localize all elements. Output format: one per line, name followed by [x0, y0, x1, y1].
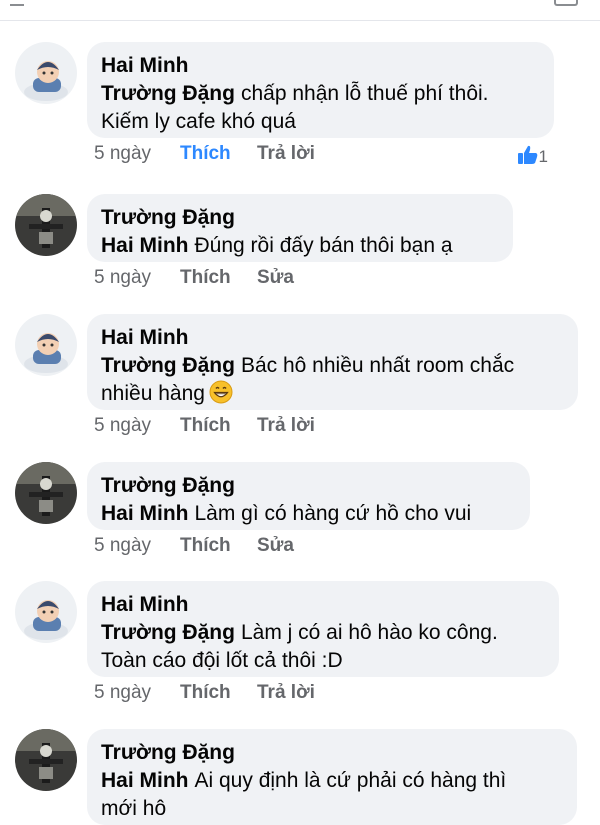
- comment-meta: 5 ngày Thích Trả lời: [94, 681, 315, 705]
- reaction-count[interactable]: 1: [517, 145, 548, 167]
- comment-text-line: Làm gì có hàng cứ hồ cho vui: [194, 502, 472, 525]
- thumbs-up-icon: [517, 145, 537, 164]
- comment-text: Trường Đặng chấp nhận lỗ thuế phí thôi.: [101, 80, 538, 108]
- comment-text-line: chấp nhận lỗ thuế phí thôi.: [240, 82, 489, 105]
- comment-author[interactable]: Hai Minh: [101, 52, 538, 80]
- comment-time[interactable]: 5 ngày: [94, 266, 180, 290]
- comment-bubble: Hai Minh Trường Đặng chấp nhận lỗ thuế ph…: [87, 42, 554, 138]
- edit-button[interactable]: Sửa: [257, 534, 294, 558]
- mention-tag[interactable]: Trường Đặng: [101, 621, 235, 644]
- comment-author[interactable]: Trường Đặng: [101, 204, 497, 232]
- mention-tag[interactable]: Trường Đặng: [101, 354, 235, 377]
- motorbike-avatar[interactable]: [15, 729, 77, 791]
- comment-time[interactable]: 5 ngày: [94, 414, 180, 438]
- mention-tag[interactable]: Hai Minh: [101, 769, 189, 792]
- top-bar: [0, 0, 600, 21]
- menu-icon[interactable]: [554, 0, 578, 6]
- like-button[interactable]: Thích: [180, 414, 257, 438]
- baby-avatar[interactable]: [15, 314, 77, 376]
- like-button[interactable]: Thích: [180, 534, 257, 558]
- baby-avatar[interactable]: [15, 581, 77, 643]
- comment-bubble: Trường Đặng Hai Minh Ai quy định là cứ ph…: [87, 729, 577, 825]
- comment-text: nhiều hàng: [101, 380, 562, 412]
- comment-meta: 5 ngày Thích Sửa: [94, 266, 294, 290]
- comment-text: Hai Minh Làm gì có hàng cứ hồ cho vui: [101, 500, 514, 528]
- edit-button[interactable]: Sửa: [257, 266, 294, 290]
- like-button[interactable]: Thích: [180, 681, 257, 705]
- comment-meta: 5 ngày Thích Sửa: [94, 534, 294, 558]
- comment-text: Trường Đặng Làm j có ai hô hào ko công.: [101, 619, 543, 647]
- reply-button[interactable]: Trả lời: [257, 142, 315, 166]
- comment-text-line: Ai quy định là cứ phải có hàng thì: [194, 769, 507, 792]
- comment-bubble: Trường Đặng Hai Minh Làm gì có hàng cứ hồ…: [87, 462, 530, 530]
- comment-author[interactable]: Trường Đặng: [101, 739, 561, 767]
- comment-meta: 5 ngày Thích Trả lời: [94, 414, 315, 438]
- comment-bubble: Trường Đặng Hai Minh Đúng rồi đấy bán thô…: [87, 194, 513, 262]
- comment-author[interactable]: Hai Minh: [101, 591, 543, 619]
- reply-button[interactable]: Trả lời: [257, 414, 315, 438]
- comment-bubble: Hai Minh Trường Đặng Làm j có ai hô hào k…: [87, 581, 559, 677]
- comment-meta: 5 ngày Thích Trả lời: [94, 142, 315, 166]
- comment-text-line: Làm j có ai hô hào ko công.: [240, 621, 498, 644]
- comment-text-line: Bác hô nhiều nhất room chắc: [240, 354, 515, 377]
- comment-text-line: nhiều hàng: [101, 382, 205, 405]
- comment-text: Hai Minh Ai quy định là cứ phải có hàng t…: [101, 767, 561, 795]
- comment-text-line: mới hô: [101, 797, 167, 820]
- like-button[interactable]: Thích: [180, 266, 257, 290]
- mention-tag[interactable]: Hai Minh: [101, 234, 189, 257]
- reply-button[interactable]: Trả lời: [257, 681, 315, 705]
- motorbike-avatar[interactable]: [15, 194, 77, 256]
- grinning-face-emoji: [209, 380, 233, 412]
- comment-text: Hai Minh Đúng rồi đấy bán thôi bạn ạ: [101, 232, 497, 260]
- comment-time[interactable]: 5 ngày: [94, 534, 180, 558]
- like-button[interactable]: Thích: [180, 142, 257, 166]
- comment-text-line: Kiếm ly cafe khó quá: [101, 110, 296, 133]
- baby-avatar[interactable]: [15, 42, 77, 104]
- mention-tag[interactable]: Hai Minh: [101, 502, 189, 525]
- motorbike-avatar[interactable]: [15, 462, 77, 524]
- comment-author[interactable]: Hai Minh: [101, 324, 562, 352]
- comment-time[interactable]: 5 ngày: [94, 681, 180, 705]
- comment-bubble: Hai Minh Trường Đặng Bác hô nhiều nhất ro…: [87, 314, 578, 410]
- comment-text-line: Đúng rồi đấy bán thôi bạn ạ: [194, 234, 453, 257]
- comment-author[interactable]: Trường Đặng: [101, 472, 514, 500]
- reaction-number: 1: [538, 147, 548, 166]
- comment-text: Trường Đặng Bác hô nhiều nhất room chắc: [101, 352, 562, 380]
- mention-tag[interactable]: Trường Đặng: [101, 82, 235, 105]
- back-icon[interactable]: [10, 0, 24, 6]
- comment-text-line: Toàn cáo đội lốt cả thôi :D: [101, 649, 343, 672]
- comment-time[interactable]: 5 ngày: [94, 142, 180, 166]
